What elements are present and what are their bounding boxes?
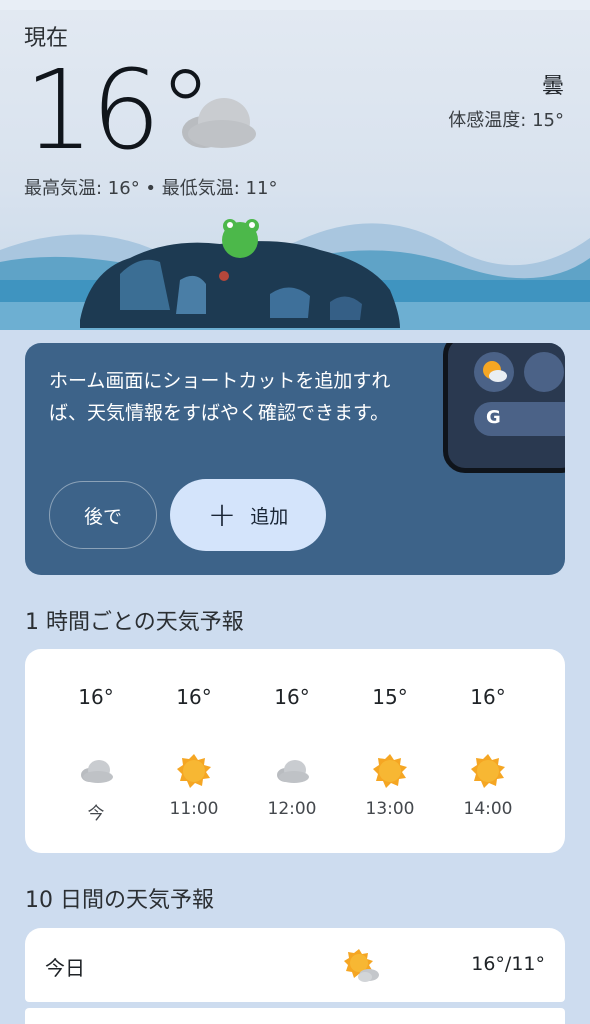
add-shortcut-card: ホーム画面にショートカットを追加すれば、天気情報をすばやく確認できます。 後で … (25, 343, 565, 575)
later-button[interactable]: 後で (49, 481, 157, 549)
status-bar-strip (0, 0, 590, 10)
hour-temperature: 16° (470, 685, 506, 709)
hour-time: 今 (87, 804, 105, 824)
daily-row-next[interactable] (25, 1008, 565, 1024)
partly-cloudy-icon (483, 361, 507, 382)
daily-row-today[interactable]: 今日 16°/11° (25, 928, 565, 1002)
partly-cloudy-icon (344, 949, 379, 982)
hour-item: 16° 14:00 (453, 649, 523, 853)
current-conditions-hero: 現在 16° 曇 体感温度: 15° 最高気温: 16° • 最低気温: 11° (0, 10, 590, 330)
hour-time: 14:00 (463, 799, 513, 819)
add-button-label: 追加 (250, 505, 289, 528)
weather-scene-illustration (0, 219, 590, 330)
sunny-icon (373, 754, 407, 788)
add-shortcut-button[interactable]: + 追加 (170, 479, 326, 551)
search-bar-preview: G (474, 402, 565, 436)
hour-item: 15° 13:00 (355, 649, 425, 853)
current-condition: 曇 (541, 74, 564, 99)
hour-item: 16° 11:00 (159, 649, 229, 853)
sunny-icon (177, 754, 211, 788)
hourly-forecast-title: 1 時間ごとの天気予報 (25, 610, 244, 635)
feels-like: 体感温度: 15° (448, 110, 564, 131)
home-screen-preview: G (443, 343, 565, 473)
app-icon-placeholder (524, 352, 564, 392)
promo-message: ホーム画面にショートカットを追加すれば、天気情報をすばやく確認できます。 (49, 370, 391, 424)
sunny-icon (471, 754, 505, 788)
cloudy-icon (182, 98, 256, 148)
hour-time: 11:00 (169, 799, 219, 819)
google-g-icon: G (486, 407, 501, 428)
weather-shortcut-icon (474, 352, 514, 392)
day-temperature-range: 16°/11° (471, 953, 545, 975)
daily-forecast-title: 10 日間の天気予報 (25, 888, 214, 913)
hour-temperature: 16° (78, 685, 114, 709)
plus-icon: + (207, 495, 237, 535)
day-label: 今日 (45, 956, 85, 980)
cloudy-icon (277, 760, 309, 783)
hour-time: 13:00 (365, 799, 415, 819)
hour-item: 16° 12:00 (257, 649, 327, 853)
hour-temperature: 15° (372, 685, 408, 709)
hourly-forecast-card[interactable]: 16° 今 16° 11:00 16° 12:00 15° 13:00 16° … (25, 649, 565, 853)
hour-item: 16° 今 (61, 649, 131, 853)
hour-temperature: 16° (274, 685, 310, 709)
cloudy-icon (81, 760, 113, 783)
hour-time: 12:00 (267, 799, 317, 819)
hour-temperature: 16° (176, 685, 212, 709)
high-low: 最高気温: 16° • 最低気温: 11° (24, 178, 278, 199)
